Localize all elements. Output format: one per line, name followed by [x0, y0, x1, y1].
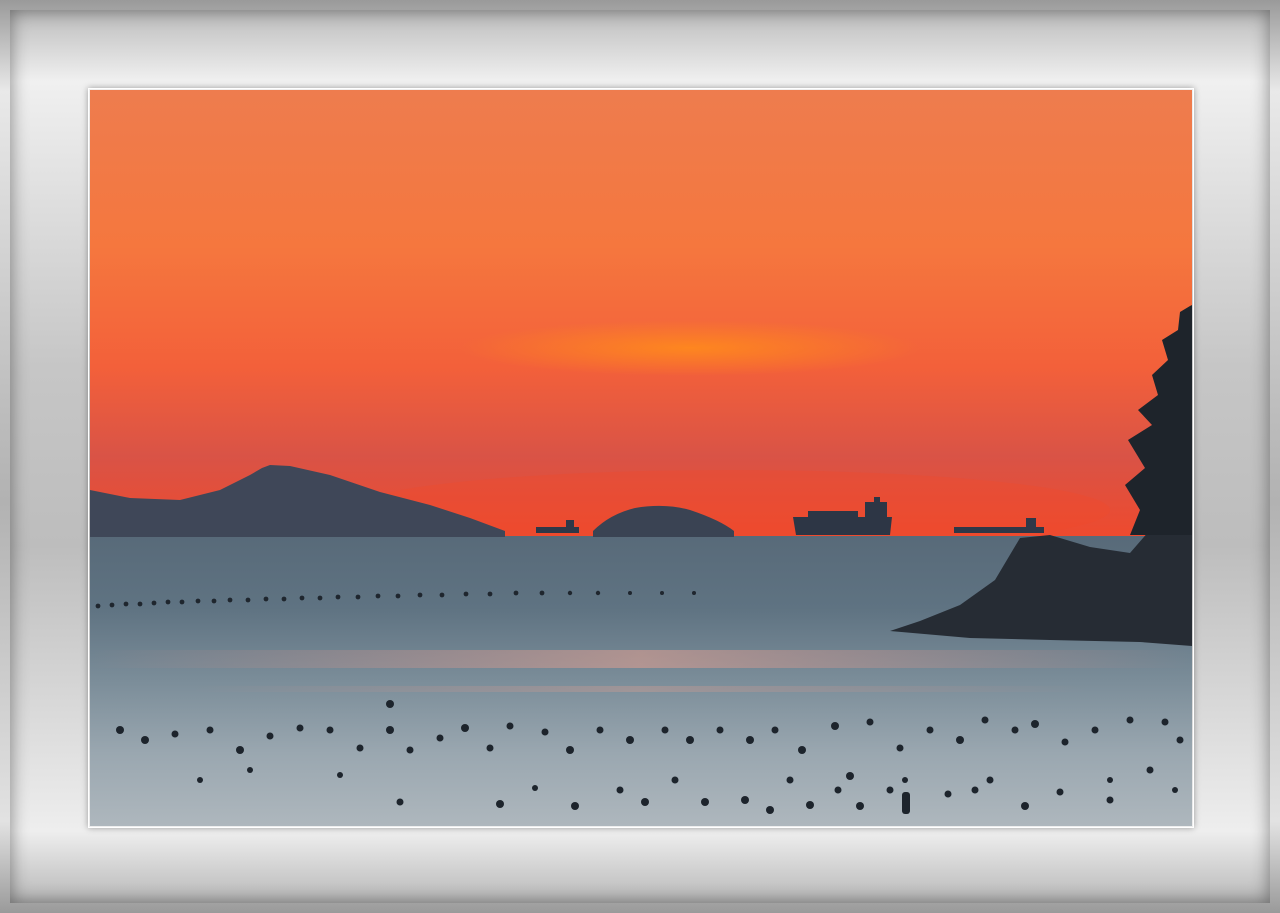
sea-reflection-2 — [190, 686, 1090, 692]
sea-reflection — [90, 650, 1192, 668]
gray-frame — [0, 0, 1280, 913]
sky — [90, 90, 1192, 537]
photo-border — [88, 88, 1194, 828]
sun-glow — [460, 320, 920, 376]
sunset-seascape-photo — [90, 90, 1192, 826]
